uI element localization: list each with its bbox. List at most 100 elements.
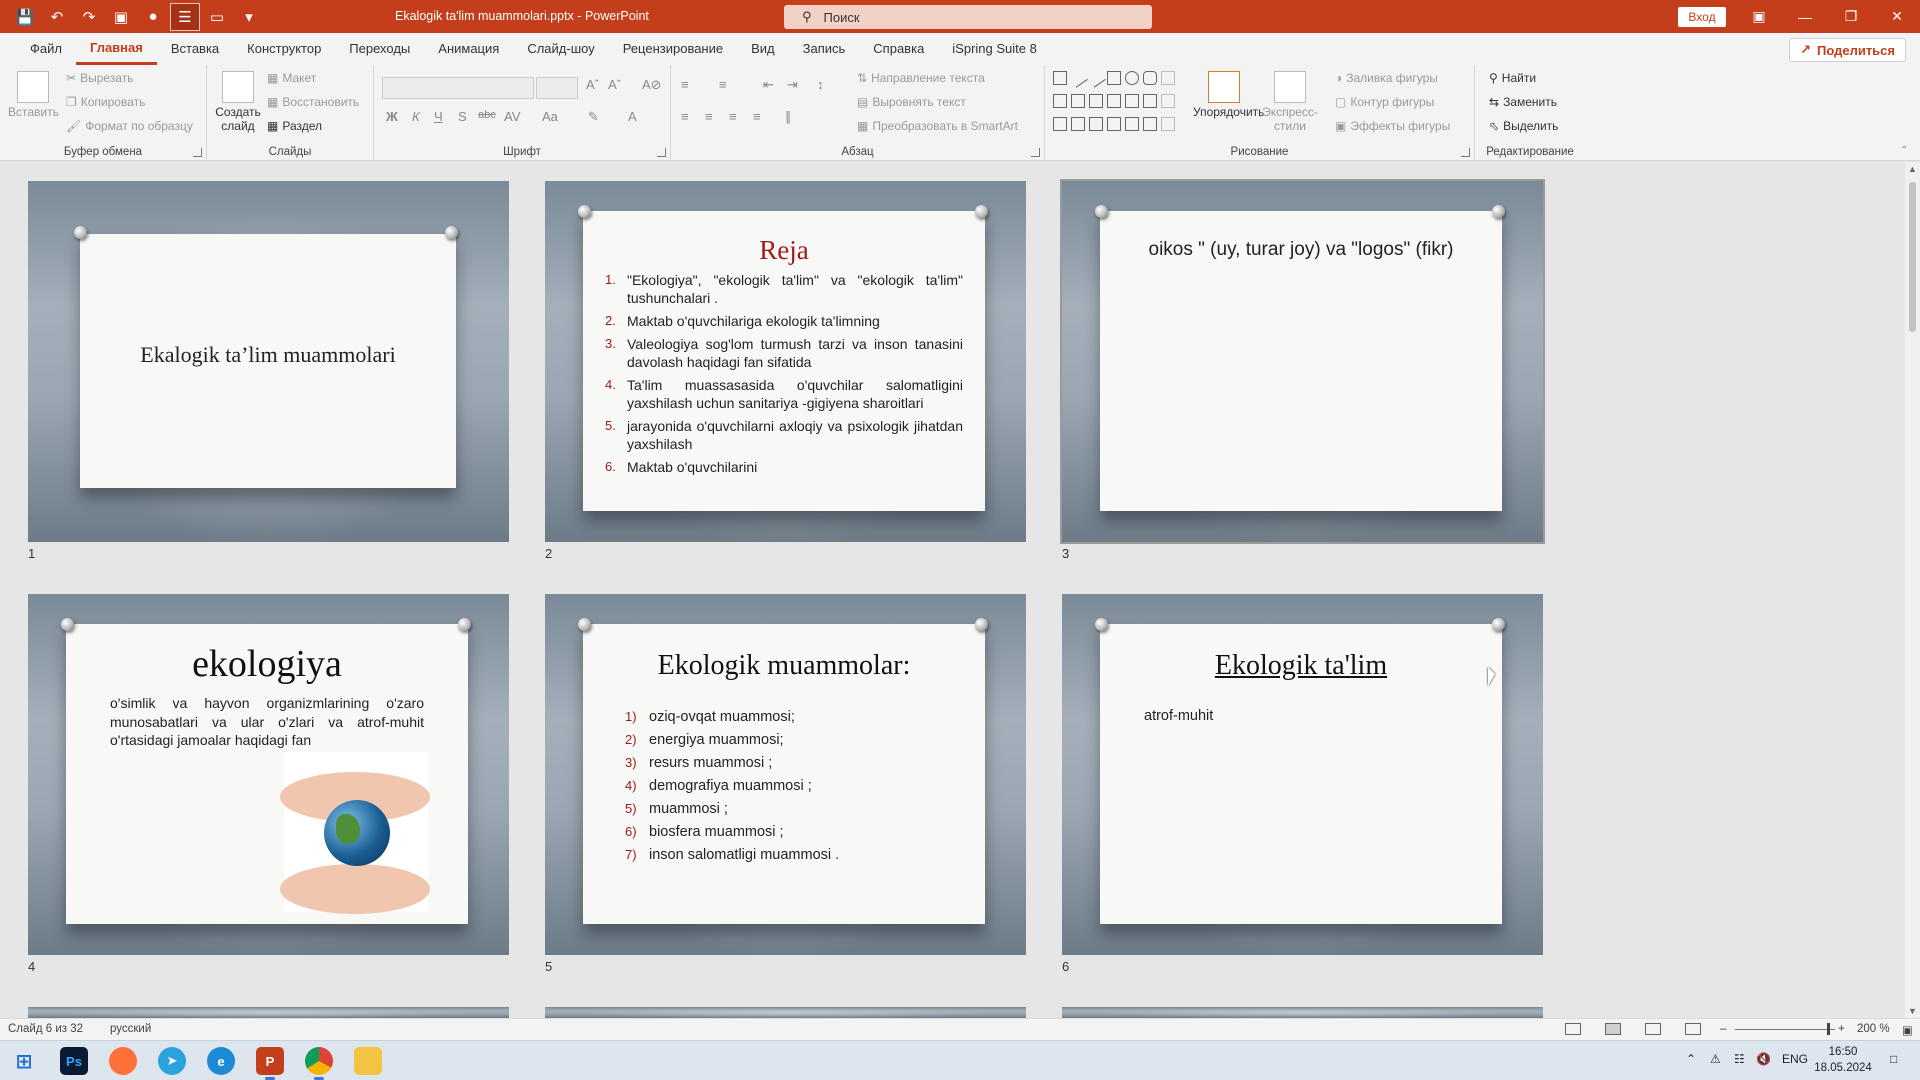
zoom-out-icon[interactable]: – <box>1720 1023 1726 1035</box>
tab-record[interactable]: Запись <box>789 33 860 65</box>
tab-transitions[interactable]: Переходы <box>335 33 424 65</box>
input-language[interactable]: ENG <box>1782 1052 1808 1066</box>
explorer-icon[interactable] <box>354 1047 382 1075</box>
tab-slideshow[interactable]: Слайд-шоу <box>513 33 608 65</box>
align-center-icon[interactable]: ≡ <box>705 109 713 124</box>
line-shape-icon[interactable] <box>1086 68 1106 88</box>
login-button[interactable]: Вход <box>1678 7 1726 27</box>
line-spacing-icon[interactable]: ↕ <box>817 77 824 92</box>
highlight-icon[interactable]: ✎ <box>588 109 599 125</box>
rectangle-shape-icon[interactable] <box>1107 71 1121 85</box>
select-button[interactable]: ⬁ Выделить <box>1489 119 1558 133</box>
scroll-up-icon[interactable]: ▲ <box>1908 164 1917 174</box>
slide-thumbnail-4[interactable]: ekologiya o'simlik va hayvon organizmlar… <box>28 594 509 955</box>
columns-icon[interactable]: ∥ <box>785 109 792 125</box>
photoshop-icon[interactable]: Ps <box>60 1047 88 1075</box>
powerpoint-icon[interactable]: P <box>256 1047 284 1080</box>
bullets-icon[interactable]: ≡ <box>681 77 689 92</box>
shape-effects-button[interactable]: ▣ Эффекты фигуры <box>1335 119 1450 133</box>
wifi-icon[interactable]: ☷ <box>1734 1052 1745 1066</box>
triangle-shape-icon[interactable] <box>1053 94 1067 108</box>
arrange-button[interactable]: Упорядочить <box>1193 71 1264 119</box>
tab-view[interactable]: Вид <box>737 33 789 65</box>
zoom-slider-knob[interactable] <box>1827 1023 1830 1035</box>
layout-button[interactable]: ▦ Макет <box>267 71 316 85</box>
shape-icon[interactable]: ▭ <box>202 3 232 31</box>
new-slide-button[interactable]: Создать слайд <box>213 71 263 133</box>
tab-animations[interactable]: Анимация <box>424 33 513 65</box>
telegram-icon[interactable]: ➤ <box>158 1047 186 1075</box>
slide-thumbnail-8[interactable] <box>545 1007 1026 1018</box>
shape-outline-button[interactable]: ▢ Контур фигуры <box>1335 95 1434 109</box>
zoom-level[interactable]: 200 % <box>1857 1023 1890 1035</box>
freeform-shape-icon[interactable] <box>1053 117 1067 131</box>
paste-button[interactable]: Вставить <box>8 71 59 119</box>
clear-format-icon[interactable]: A⊘ <box>642 77 662 93</box>
search-box[interactable]: ⚲ Поиск <box>784 5 1152 29</box>
collapse-ribbon-icon[interactable]: ⌃ <box>1900 145 1908 156</box>
brace-shape-icon[interactable] <box>1125 117 1139 131</box>
decrease-indent-icon[interactable]: ⇤ <box>763 77 774 93</box>
ribbon-display-icon[interactable]: ▣ <box>1736 0 1782 33</box>
rounded-rect-shape-icon[interactable] <box>1143 71 1157 85</box>
slide-thumbnail-9[interactable] <box>1062 1007 1543 1018</box>
font-color-icon[interactable]: A <box>628 109 637 124</box>
section-button[interactable]: ▦ Раздел <box>267 119 322 133</box>
present-icon[interactable]: ▣ <box>106 3 136 31</box>
zoom-slider[interactable] <box>1735 1029 1835 1030</box>
shadow-button[interactable]: S <box>458 109 467 124</box>
minimize-icon[interactable]: — <box>1782 0 1828 33</box>
numbering-icon[interactable]: ≡ <box>719 77 727 92</box>
clipboard-launcher-icon[interactable] <box>193 148 202 157</box>
char-spacing-button[interactable]: AV <box>504 109 520 124</box>
paragraph-launcher-icon[interactable] <box>1031 148 1040 157</box>
italic-button[interactable]: К <box>412 109 420 124</box>
align-right-icon[interactable]: ≡ <box>729 109 737 124</box>
format-painter-button[interactable]: 🖌 Формат по образцу <box>66 119 193 133</box>
restore-icon[interactable]: ❐ <box>1828 0 1874 33</box>
slide-thumbnail-7[interactable] <box>28 1007 509 1018</box>
vertical-scrollbar[interactable]: ▲ ▼ <box>1905 162 1920 1018</box>
tab-design[interactable]: Конструктор <box>233 33 335 65</box>
text-direction-button[interactable]: ⇅ Направление текста <box>857 71 985 85</box>
tab-insert[interactable]: Вставка <box>157 33 233 65</box>
start-icon[interactable]: ⊞ <box>10 1047 38 1075</box>
slide-sorter-view-icon[interactable] <box>1605 1023 1621 1035</box>
normal-view-icon[interactable]: ☰ <box>170 2 200 31</box>
align-text-button[interactable]: ▤ Выровнять текст <box>857 95 966 109</box>
bold-button[interactable]: Ж <box>386 109 398 124</box>
shape-fill-button[interactable]: ◑ Заливка фигуры <box>1335 71 1438 85</box>
notification-bell-icon[interactable]: ⚠ <box>1710 1052 1721 1066</box>
slide-thumbnail-5[interactable]: Ekologik muammolar: 1) oziq-ovqat muammos… <box>545 594 1026 955</box>
cut-button[interactable]: ✂ Вырезать <box>66 71 133 85</box>
font-size-select[interactable] <box>536 77 578 99</box>
system-clock[interactable]: 16:50 18.05.2024 <box>1808 1044 1878 1076</box>
quick-styles-button[interactable]: Экспресс-стили <box>1259 71 1321 133</box>
edge-icon[interactable]: e <box>207 1047 235 1075</box>
record-icon[interactable]: ● <box>138 3 168 31</box>
zoom-in-icon[interactable]: + <box>1838 1023 1845 1035</box>
shrink-font-icon[interactable]: Aˇ <box>608 77 621 92</box>
show-hidden-icons-icon[interactable]: ⌃ <box>1686 1052 1696 1066</box>
drawing-launcher-icon[interactable] <box>1461 148 1470 157</box>
tab-file[interactable]: Файл <box>16 33 76 65</box>
grow-font-icon[interactable]: Aˆ <box>586 77 599 92</box>
language-indicator[interactable]: русский <box>110 1023 151 1035</box>
expand-gallery-icon[interactable] <box>1161 117 1175 131</box>
find-button[interactable]: ⚲ Найти <box>1489 71 1536 85</box>
slide-thumbnail-3[interactable]: oikos " (uy, turar joy) va "logos" (fikr… <box>1060 179 1545 544</box>
strikethrough-button[interactable]: abc <box>478 109 496 121</box>
share-button[interactable]: ↗ Поделиться <box>1789 38 1906 62</box>
down-arrow-shape-icon[interactable] <box>1125 94 1139 108</box>
star-shape-icon[interactable] <box>1143 117 1157 131</box>
font-family-select[interactable] <box>382 77 534 99</box>
redo-icon[interactable]: ↷ <box>74 3 104 31</box>
line-shape-icon[interactable] <box>1068 68 1088 88</box>
scroll-thumb[interactable] <box>1909 182 1916 332</box>
close-icon[interactable]: ✕ <box>1874 0 1920 33</box>
slide-thumbnail-6[interactable]: Ekologik ta'lim atrof-muhit <box>1062 594 1543 955</box>
normal-view-icon[interactable] <box>1565 1023 1581 1035</box>
replace-button[interactable]: ⇆ Заменить <box>1489 95 1557 109</box>
reading-view-icon[interactable] <box>1645 1023 1661 1035</box>
save-icon[interactable]: 💾 <box>10 3 40 31</box>
